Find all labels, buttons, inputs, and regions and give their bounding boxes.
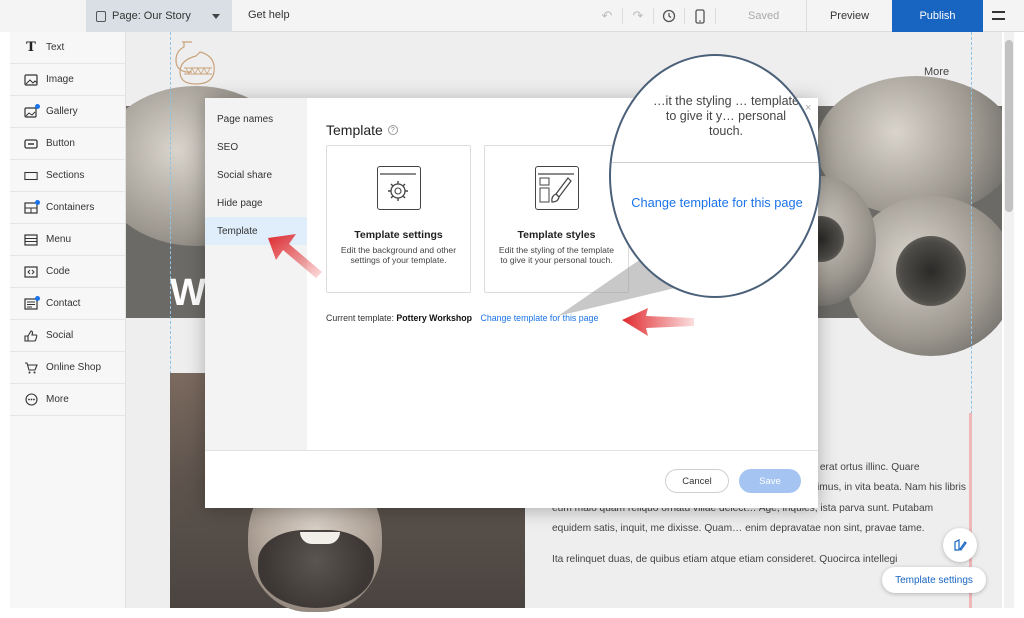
- mobile-view-icon[interactable]: [689, 6, 711, 26]
- magnified-text: …it the styling … template to give it y……: [653, 94, 799, 138]
- template-styles-card[interactable]: Template styles Edit the styling of the …: [484, 145, 629, 293]
- cancel-button[interactable]: Cancel: [665, 469, 729, 493]
- paintbrush-icon: [534, 166, 579, 210]
- divider: [653, 8, 654, 24]
- current-template-row: Current template: Pottery Workshop Chang…: [326, 313, 598, 323]
- modal-title: Template ?: [326, 122, 398, 138]
- help-icon[interactable]: ?: [387, 125, 398, 135]
- redo-icon[interactable]: ↷: [627, 6, 649, 26]
- preview-button[interactable]: Preview: [806, 0, 892, 32]
- topbar-spacer: [0, 0, 86, 32]
- page-icon: [96, 10, 106, 22]
- history-icon[interactable]: [658, 6, 680, 26]
- page-selector[interactable]: Page: Our Story: [86, 0, 232, 32]
- change-template-link[interactable]: Change template for this page: [480, 313, 598, 323]
- undo-icon[interactable]: ↶: [596, 6, 618, 26]
- get-help-link[interactable]: Get help: [248, 9, 290, 21]
- card-title: Template settings: [354, 229, 443, 241]
- divider: [611, 162, 819, 163]
- toolbar-icons: ↶ ↷: [596, 0, 720, 32]
- modal-footer: Cancel Save: [205, 450, 818, 508]
- card-title: Template styles: [517, 229, 596, 241]
- divider: [715, 8, 716, 24]
- modal-nav: Page names SEO Social share Hide page Te…: [205, 98, 307, 450]
- tab-template[interactable]: Template: [205, 217, 307, 245]
- tab-social-share[interactable]: Social share: [205, 161, 307, 189]
- card-description: Edit the background and other settings o…: [340, 245, 457, 265]
- saved-status: Saved: [748, 10, 780, 22]
- page-selector-label: Page: Our Story: [112, 10, 191, 22]
- divider: [622, 8, 623, 24]
- tab-page-names[interactable]: Page names: [205, 105, 307, 133]
- modal-title-text: Template: [326, 122, 383, 138]
- magnifier-callout: …it the styling … template to give it y……: [609, 54, 821, 298]
- tab-seo[interactable]: SEO: [205, 133, 307, 161]
- template-settings-card[interactable]: Template settings Edit the background an…: [326, 145, 471, 293]
- tab-hide-page[interactable]: Hide page: [205, 189, 307, 217]
- modal-content: Template ?: [326, 122, 398, 138]
- current-template-value: Pottery Workshop: [396, 313, 473, 323]
- save-button[interactable]: Save: [739, 469, 801, 493]
- app-window: Page: Our Story Get help ↶ ↷ Saved Previ…: [0, 0, 1024, 618]
- gear-icon: [376, 166, 421, 210]
- top-bar: Page: Our Story Get help ↶ ↷ Saved Previ…: [0, 0, 1024, 32]
- hamburger-menu-icon[interactable]: [992, 11, 1005, 20]
- close-icon[interactable]: ×: [805, 102, 811, 114]
- publish-button[interactable]: Publish: [892, 0, 983, 32]
- magnified-change-template-link: Change template for this page: [631, 195, 803, 210]
- card-description: Edit the styling of the template to give…: [498, 245, 615, 265]
- chevron-down-icon: [212, 14, 220, 19]
- current-template-label: Current template:: [326, 313, 394, 323]
- divider: [684, 8, 685, 24]
